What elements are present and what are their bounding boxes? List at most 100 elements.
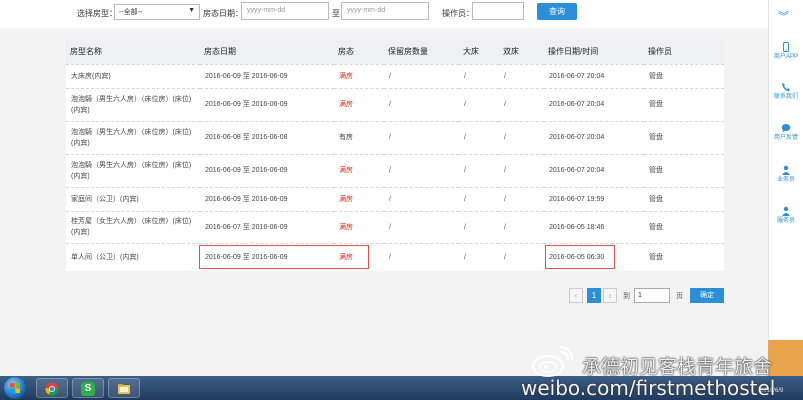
date-label: 房态日期： — [203, 9, 243, 18]
status-cell: 满房 — [334, 186, 384, 211]
column-header: 房态日期 — [204, 47, 236, 57]
taskbar-s-app-button[interactable]: S — [72, 378, 104, 398]
chrome-icon — [45, 382, 59, 396]
date-to-input[interactable]: yyyy-mm-dd — [341, 2, 429, 20]
date-to-placeholder: yyyy-mm-dd — [347, 7, 386, 14]
operator-cell: 管盘 — [644, 153, 724, 187]
reserved-cell: / — [384, 242, 459, 271]
date-from-placeholder: yyyy-mm-dd — [247, 7, 286, 14]
room-name-cell: 泡泡騎（男生六人房）（床位房）(床位)(内宾) — [66, 120, 200, 154]
pager-current-page[interactable]: 1 — [587, 288, 601, 303]
folder-icon — [118, 384, 130, 394]
column-header: 大床 — [463, 47, 479, 57]
column-header: 房态 — [338, 47, 354, 57]
room-status-table: 房型名称 房态日期 房态 保留房数量 大床 双床 操作日期/时间 操作员 大床房… — [66, 40, 724, 271]
table-row: 单人间（公卫）(内宾) 2016-06-09 至 2016-06-09 满房 /… — [66, 242, 724, 271]
op-time-cell: 2016-06-07 20:04 — [544, 87, 644, 121]
column-header: 房型名称 — [70, 47, 102, 57]
big-bed-cell: / — [459, 210, 499, 243]
chevron-down-icon: ▼ — [188, 7, 195, 14]
side-panel: ︾ 商户APP 联系我们 用户反馈 业务员 服务员 — [768, 0, 803, 376]
room-name-cell: 大床房(内宾) — [66, 63, 200, 88]
start-button[interactable] — [4, 377, 26, 399]
pager-ok-button[interactable]: 确定 — [690, 288, 724, 303]
taskbar-chrome-button[interactable] — [36, 378, 68, 398]
reserved-cell: / — [384, 87, 459, 121]
room-name-cell: 桂芳屋（女生六人房）（床位房）(床位)(内宾) — [66, 210, 200, 243]
room-name-cell: 单人间（公卫）(内宾) — [66, 242, 200, 271]
table-header-row: 房型名称 房态日期 房态 保留房数量 大床 双床 操作日期/时间 操作员 — [66, 40, 724, 64]
pager-next-button[interactable]: › — [603, 288, 617, 303]
taskbar-explorer-button[interactable] — [108, 378, 140, 398]
user-icon — [782, 206, 790, 216]
date-range-cell: 2016-06-08 至 2016-06-08 — [200, 120, 334, 154]
table-row: 桂芳屋（女生六人房）（床位房）(床位)(内宾) 2016-06-07 至 201… — [66, 210, 724, 243]
query-button[interactable]: 查询 — [537, 3, 577, 20]
operator-cell: 管盘 — [644, 87, 724, 121]
op-time-cell: 2016-06-07 20:04 — [544, 153, 644, 187]
pager-prev-button[interactable]: ‹ — [569, 288, 583, 303]
operator-cell: 管盘 — [644, 120, 724, 154]
side-item-label: 联系我们 — [773, 94, 798, 100]
collapse-chevron-icon[interactable]: ︾ — [778, 8, 789, 24]
date-separator: 至 — [332, 9, 340, 18]
date-range-cell: 2016-06-09 至 2016-06-09 — [200, 63, 334, 88]
column-header: 操作日期/时间 — [548, 47, 599, 57]
reserved-cell: / — [384, 210, 459, 243]
side-item-label: 商户APP — [773, 54, 798, 60]
reserved-cell: / — [384, 186, 459, 211]
status-cell: 满房 — [334, 63, 384, 88]
reserved-cell: / — [384, 120, 459, 154]
side-item-label: 用户反馈 — [773, 135, 798, 141]
side-item-service[interactable]: 服务员 — [769, 206, 803, 225]
reserved-cell: / — [384, 63, 459, 88]
filter-bar: 选择房型： --全部-- ▼ 房态日期： yyyy-mm-dd 至 yyyy-m… — [0, 0, 768, 28]
operator-cell: 管盘 — [644, 242, 724, 271]
room-type-value: --全部-- — [119, 9, 143, 16]
op-time-cell: 2016-06-05 18:46 — [544, 210, 644, 243]
reserved-cell: / — [384, 153, 459, 187]
op-time-cell: 2016-06-07 19:59 — [544, 186, 644, 211]
twin-bed-cell: / — [499, 210, 544, 243]
side-item-label: 服务员 — [776, 218, 795, 224]
twin-bed-cell: / — [499, 87, 544, 121]
side-item-feedback[interactable]: 用户反馈 — [769, 123, 803, 142]
chat-icon — [781, 124, 791, 133]
column-header: 操作员 — [648, 47, 672, 57]
date-range-cell: 2016-06-09 至 2016-06-09 — [200, 87, 334, 121]
op-time-cell: 2016-06-05 06:30 — [544, 242, 644, 271]
s-app-icon: S — [81, 382, 95, 396]
windows-logo-icon — [10, 383, 20, 393]
date-range-cell: 2016-06-07 至 2016-06-09 — [200, 210, 334, 243]
pager-page-input[interactable]: 1 — [634, 288, 670, 303]
main-content: 选择房型： --全部-- ▼ 房态日期： yyyy-mm-dd 至 yyyy-m… — [0, 0, 768, 376]
room-type-label: 选择房型： — [77, 9, 117, 18]
twin-bed-cell: / — [499, 63, 544, 88]
operator-cell: 管盘 — [644, 210, 724, 243]
date-range-cell: 2016-06-09 至 2016-06-09 — [200, 153, 334, 187]
column-header: 双床 — [503, 47, 519, 57]
weibo-logo-icon — [532, 346, 573, 377]
room-type-select[interactable]: --全部-- ▼ — [114, 4, 200, 20]
phone-icon — [783, 42, 789, 52]
status-cell: 有房 — [334, 120, 384, 154]
side-item-contact[interactable]: 联系我们 — [769, 82, 803, 101]
table-row: 泡泡騎（男生六人房）（床位房）(床位)(内宾) 2016-06-09 至 201… — [66, 153, 724, 187]
big-bed-cell: / — [459, 63, 499, 88]
status-cell: 满房 — [334, 210, 384, 243]
pager-to-label: 到 — [623, 293, 630, 300]
watermark-weibo-url: weibo.com/firstmethostel — [521, 376, 776, 400]
watermark-hostel-name: 承德初见客栈青年旅舍 — [582, 356, 773, 378]
side-item-label: 业务员 — [776, 177, 795, 183]
room-name-cell: 泡泡騎（男生六人房）（床位房）(床位)(内宾) — [66, 87, 200, 121]
side-item-app[interactable]: 商户APP — [769, 42, 803, 61]
big-bed-cell: / — [459, 242, 499, 271]
twin-bed-cell: / — [499, 186, 544, 211]
date-from-input[interactable]: yyyy-mm-dd — [241, 2, 329, 20]
room-name-cell: 泡泡騎（男生六人房）（床位房）(床位)(内宾) — [66, 153, 200, 187]
operator-cell: 管盘 — [644, 186, 724, 211]
status-cell: 满房 — [334, 87, 384, 121]
operator-input[interactable] — [472, 2, 524, 20]
side-item-business[interactable]: 业务员 — [769, 165, 803, 184]
big-bed-cell: / — [459, 186, 499, 211]
